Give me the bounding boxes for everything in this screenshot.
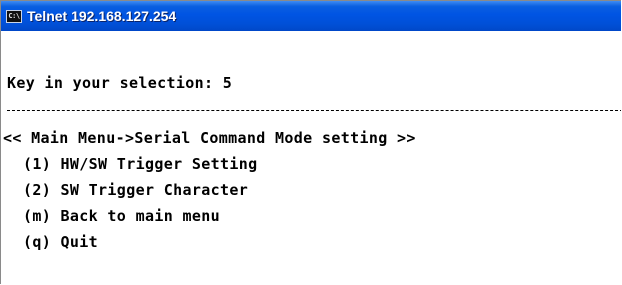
menu-option-1: (1) HW/SW Trigger Setting (23, 155, 258, 173)
console-icon[interactable]: C:\ (6, 9, 22, 23)
console-output[interactable]: Key in your selection: 5 << Main Menu->S… (1, 31, 621, 284)
menu-option-2: (2) SW Trigger Character (23, 181, 249, 199)
divider-line (7, 110, 621, 111)
console-icon-label: C:\ (8, 11, 20, 20)
selection-prompt: Key in your selection: 5 (7, 74, 233, 92)
menu-option-q: (q) Quit (23, 233, 99, 251)
window-title: Telnet 192.168.127.254 (27, 8, 177, 24)
title-bar[interactable]: C:\ Telnet 192.168.127.254 (1, 1, 621, 31)
menu-option-m: (m) Back to main menu (23, 207, 220, 225)
telnet-window[interactable]: C:\ Telnet 192.168.127.254 Key in your s… (0, 0, 621, 284)
menu-header: << Main Menu->Serial Command Mode settin… (3, 129, 416, 147)
